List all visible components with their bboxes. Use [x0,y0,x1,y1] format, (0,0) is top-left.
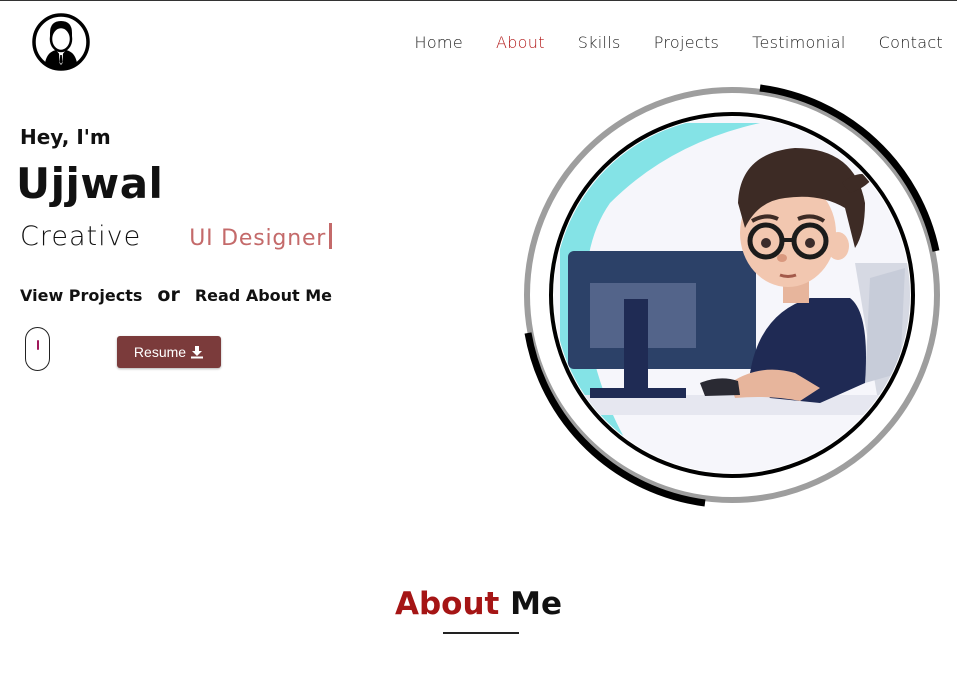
developer-illustration [524,84,940,507]
portfolio-page: Home About Skills Projects Testimonial C… [0,0,957,686]
hero-role: Creative UI Designer [20,221,333,252]
about-title-rest: Me [510,586,563,622]
nav-skills[interactable]: Skills [578,33,621,52]
logo-avatar-icon[interactable] [32,11,90,71]
role-typed-label: UI Designer [189,226,327,251]
download-icon [191,346,204,359]
mouse-scroll-icon[interactable] [25,327,50,371]
nav-contact[interactable]: Contact [879,33,943,52]
nav-projects[interactable]: Projects [654,33,719,52]
read-about-link[interactable]: Read About Me [195,286,332,305]
hero-name: Ujjwal [16,159,164,208]
about-title-accent: About [394,586,500,622]
about-title-underline [443,632,519,634]
resume-button[interactable]: Resume [117,336,221,368]
view-projects-link[interactable]: View Projects [20,286,142,305]
role-prefix: Creative [20,221,142,252]
about-section-title: About Me [0,586,957,622]
or-separator: or [157,284,180,306]
typing-caret [329,223,333,249]
nav-about[interactable]: About [496,33,545,52]
main-nav: Home About Skills Projects Testimonial C… [382,33,943,52]
hero-links: View Projects or Read About Me [20,284,332,306]
hero-greeting: Hey, I'm [20,125,111,149]
nav-testimonial[interactable]: Testimonial [752,33,845,52]
mouse-wheel [37,340,39,350]
resume-label: Resume [133,344,187,360]
nav-home[interactable]: Home [415,33,463,52]
role-typed-text: UI Designer [189,223,333,251]
